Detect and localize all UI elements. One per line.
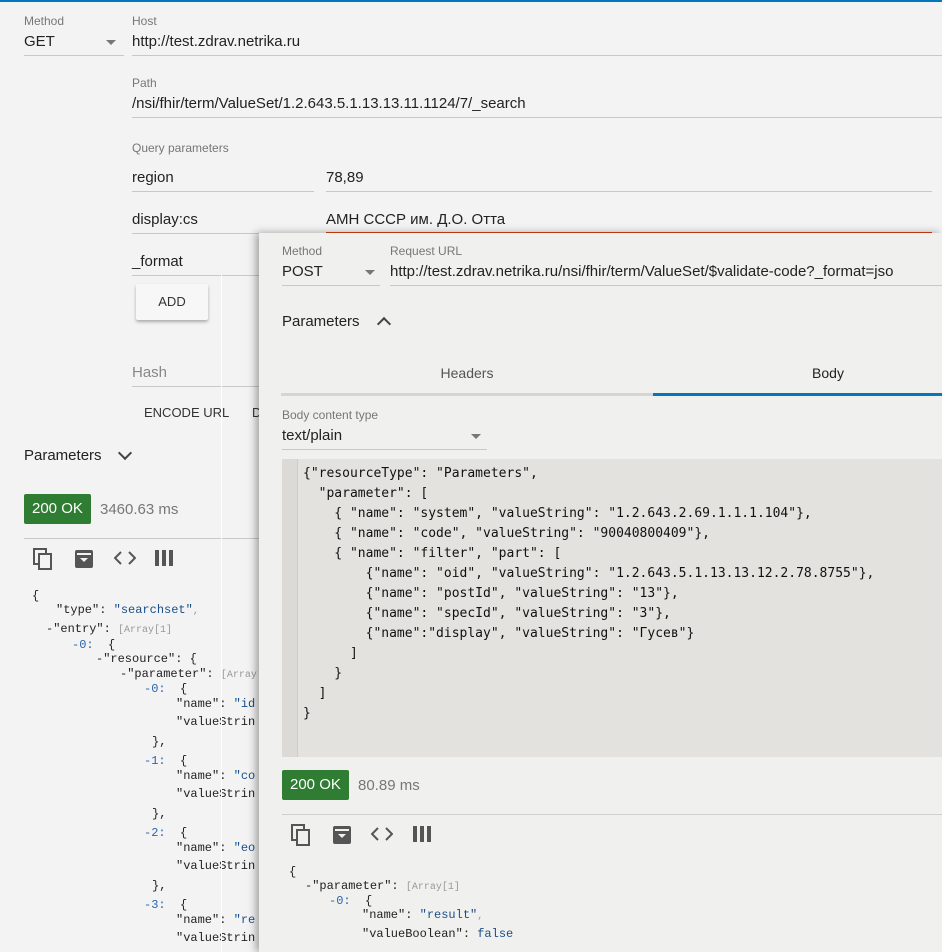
host-label: Host — [132, 14, 157, 28]
response-json-line: "valueStrin — [176, 787, 256, 801]
chevron-down-icon[interactable] — [471, 434, 481, 439]
response-json-line: { — [32, 589, 40, 603]
param-name-underline — [132, 275, 259, 276]
method-label: Method — [282, 244, 323, 258]
response-json-line: }, — [152, 879, 167, 893]
host-input[interactable]: http://test.zdrav.netrika.ru — [132, 33, 300, 50]
encode-url-button[interactable]: ENCODE URL — [144, 405, 229, 420]
columns-icon[interactable] — [413, 826, 431, 842]
archive-icon[interactable] — [74, 549, 94, 569]
tab-headers[interactable]: Headers — [281, 350, 653, 396]
method-underline — [282, 285, 380, 286]
hash-underline — [132, 386, 259, 387]
query-params-label: Query parameters — [132, 141, 229, 155]
response-json-line: -"parameter": [Array[1] — [305, 879, 460, 893]
request-url-label: Request URL — [390, 244, 463, 258]
response-json-line: -"resource": { — [96, 652, 197, 666]
response-json-line: -"entry": [Array[1] — [46, 622, 173, 636]
status-badge: 200 OK — [282, 770, 349, 800]
body-editor-text[interactable]: {"resourceType": "Parameters", "paramete… — [303, 464, 874, 724]
editor-gutter — [282, 459, 298, 757]
response-time: 80.89 ms — [358, 777, 420, 794]
hash-input[interactable]: Hash — [132, 364, 167, 381]
active-tab-indicator — [653, 393, 942, 396]
response-json-line: -0: { — [329, 894, 373, 908]
response-json-line: "name": "co — [176, 769, 256, 783]
add-param-button[interactable]: ADD — [136, 284, 208, 320]
response-json-line: -0: { — [72, 638, 116, 652]
response-json-line: -1: { — [144, 754, 188, 768]
response-json-line: "name": "re — [176, 913, 256, 927]
response-json-line: "valueStrin — [176, 715, 256, 729]
chevron-down-icon[interactable] — [117, 445, 133, 461]
response-json-line: }, — [152, 807, 167, 821]
response-json-line: -"parameter": [Array — [120, 667, 257, 681]
response-json-line: -3: { — [144, 898, 188, 912]
response-json-line: }, — [152, 735, 167, 749]
response-json-line: "valueStrin — [176, 931, 256, 945]
archive-icon[interactable] — [332, 825, 352, 845]
copy-icon[interactable] — [33, 548, 53, 570]
query-param-name[interactable]: display:cs — [132, 211, 198, 228]
request-url-input[interactable]: http://test.zdrav.netrika.ru/nsi/fhir/te… — [390, 263, 893, 280]
body-content-type-select[interactable]: text/plain — [282, 427, 342, 444]
path-input[interactable]: /nsi/fhir/term/ValueSet/1.2.643.5.1.13.1… — [132, 95, 526, 112]
body-type-underline — [282, 449, 487, 450]
parameters-toggle[interactable]: Parameters — [282, 313, 360, 330]
chevron-up-icon[interactable] — [376, 316, 392, 332]
method-select[interactable]: POST — [282, 263, 323, 280]
url-underline — [390, 285, 942, 286]
copy-icon[interactable] — [291, 824, 311, 846]
response-json-line: "valueStrin — [176, 859, 256, 873]
method-label: Method — [24, 14, 65, 28]
method-underline — [24, 55, 124, 56]
front-request-panel: Method POST Request URL http://test.zdra… — [259, 233, 942, 952]
param-name-underline — [132, 191, 314, 192]
query-param-name[interactable]: _format — [132, 253, 183, 270]
response-time: 3460.63 ms — [100, 501, 179, 518]
columns-icon[interactable] — [155, 550, 173, 566]
status-badge: 200 OK — [24, 494, 91, 524]
response-json-line: -0: { — [144, 682, 188, 696]
body-content-type-label: Body content type — [282, 408, 379, 422]
body-editor[interactable]: {"resourceType": "Parameters", "paramete… — [282, 459, 942, 757]
code-icon[interactable] — [371, 827, 393, 841]
param-value-underline — [326, 191, 932, 192]
parameters-toggle[interactable]: Parameters — [24, 447, 102, 464]
response-json-line: "name": "result", — [362, 908, 484, 922]
query-param-value[interactable]: АМН СССР им. Д.О. Отта — [326, 211, 505, 228]
window-divider — [221, 275, 222, 952]
code-icon[interactable] — [114, 551, 136, 565]
chevron-down-icon[interactable] — [106, 40, 116, 45]
response-divider — [24, 538, 259, 539]
response-json-line: "name": "id — [176, 697, 256, 711]
tab-track — [281, 393, 653, 396]
query-param-name[interactable]: region — [132, 169, 174, 186]
tab-body[interactable]: Body — [653, 350, 942, 396]
chevron-down-icon[interactable] — [365, 270, 375, 275]
top-accent-bar — [0, 0, 942, 2]
tab-bar: Headers Body — [281, 350, 942, 396]
response-divider — [282, 814, 942, 815]
path-underline — [132, 117, 942, 118]
response-json-line: "valueBoolean": false — [362, 927, 514, 941]
response-json-line: -2: { — [144, 826, 188, 840]
response-json-line: { — [289, 865, 297, 879]
method-select[interactable]: GET — [24, 33, 55, 50]
response-json-line: "name": "eo — [176, 841, 256, 855]
host-underline — [132, 55, 942, 56]
path-label: Path — [132, 76, 157, 90]
response-json-line: "type": "searchset", — [56, 603, 199, 617]
query-param-value[interactable]: 78,89 — [326, 169, 364, 186]
